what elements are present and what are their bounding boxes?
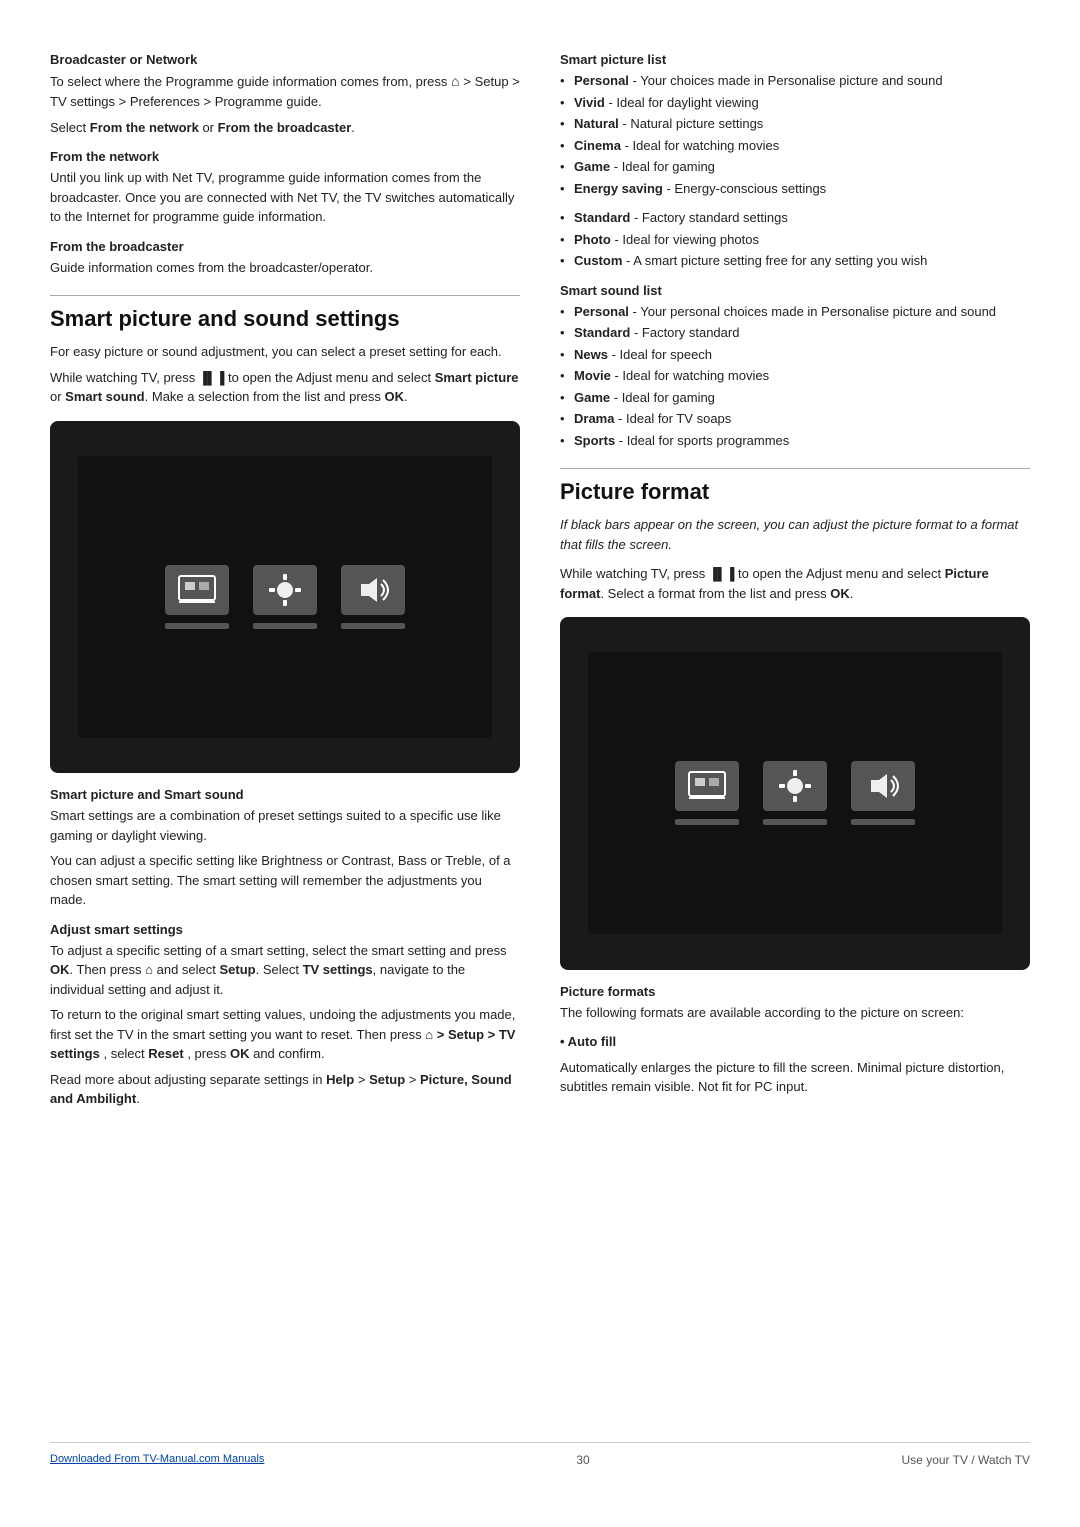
adjust-smart-para3: Read more about adjusting separate setti… (50, 1070, 520, 1109)
smart-settings-illustration (50, 421, 520, 774)
list-item: Cinema - Ideal for watching movies (560, 136, 1030, 156)
icon-bar-2 (253, 623, 317, 629)
smart-picture-list: Personal - Your choices made in Personal… (560, 71, 1030, 198)
list-item: Standard - Factory standard (560, 323, 1030, 343)
adjust-smart-heading: Adjust smart settings (50, 922, 520, 937)
picture-format-para: While watching TV, press ▐▌▐ to open the… (560, 564, 1030, 603)
adjust-smart-para1: To adjust a specific setting of a smart … (50, 941, 520, 1000)
adjust-smart-para2: To return to the original smart setting … (50, 1005, 520, 1064)
picture-formats-section: Picture formats The following formats ar… (560, 984, 1030, 1097)
smart-picture-list-2: Standard - Factory standard settings Pho… (560, 208, 1030, 271)
picture-format-title: Picture format (560, 479, 1030, 505)
list-item: Movie - Ideal for watching movies (560, 366, 1030, 386)
smart-picture-sound-section: Smart picture and sound settings For eas… (50, 306, 520, 407)
page-footer: Downloaded From TV-Manual.com Manuals 30… (50, 1442, 1030, 1467)
smart-sound-desc: Smart picture and Smart sound Smart sett… (50, 787, 520, 910)
list-item: Standard - Factory standard settings (560, 208, 1030, 228)
picture-format-italic: If black bars appear on the screen, you … (560, 515, 1030, 554)
smart-sound-list-section: Smart sound list Personal - Your persona… (560, 283, 1030, 451)
smart-sound-list-heading: Smart sound list (560, 283, 1030, 298)
brightness-icon (253, 565, 317, 615)
picture-formats-para: The following formats are available acco… (560, 1003, 1030, 1023)
home-icon: ⌂ (451, 73, 463, 89)
list-item: News - Ideal for speech (560, 345, 1030, 365)
picture-format-section: Picture format If black bars appear on t… (560, 479, 1030, 603)
icon-group-r2 (763, 761, 827, 825)
icon-bar-r2 (763, 819, 827, 825)
from-broadcaster-heading: From the broadcaster (50, 239, 520, 254)
list-item: Vivid - Ideal for daylight viewing (560, 93, 1030, 113)
from-network-heading: From the network (50, 149, 520, 164)
from-broadcaster-para: Guide information comes from the broadca… (50, 258, 520, 278)
tv-screen (78, 456, 492, 738)
tv-screen-2 (588, 652, 1002, 934)
icon-bar-3 (341, 623, 405, 629)
smart-sound-heading: Smart picture and Smart sound (50, 787, 520, 802)
picture-format-illustration (560, 617, 1030, 970)
icon-group-2 (253, 565, 317, 629)
icon-group-r1 (675, 761, 739, 825)
auto-fill-label: • Auto fill (560, 1032, 1030, 1052)
page: Broadcaster or Network To select where t… (0, 0, 1080, 1527)
broadcaster-heading: Broadcaster or Network (50, 52, 520, 67)
list-item: Game - Ideal for gaming (560, 157, 1030, 177)
list-item: Personal - Your personal choices made in… (560, 302, 1030, 322)
smart-sound-list: Personal - Your personal choices made in… (560, 302, 1030, 451)
picture-icon-r (675, 761, 739, 811)
list-item: Sports - Ideal for sports programmes (560, 431, 1030, 451)
list-item: Energy saving - Energy-conscious setting… (560, 179, 1030, 199)
two-column-layout: Broadcaster or Network To select where t… (50, 40, 1030, 1422)
from-network-para: Until you link up with Net TV, programme… (50, 168, 520, 227)
smart-sound-para1: Smart settings are a combination of pres… (50, 806, 520, 845)
broadcaster-section: Broadcaster or Network To select where t… (50, 52, 520, 137)
broadcaster-para2: Select From the network or From the broa… (50, 118, 520, 138)
list-item: Drama - Ideal for TV soaps (560, 409, 1030, 429)
smart-picture-list-heading: Smart picture list (560, 52, 1030, 67)
section-divider-1 (50, 295, 520, 296)
sound-icon (341, 565, 405, 615)
broadcaster-para1: To select where the Programme guide info… (50, 71, 520, 112)
list-item: Photo - Ideal for viewing photos (560, 230, 1030, 250)
list-item: Personal - Your choices made in Personal… (560, 71, 1030, 91)
icon-group-3 (341, 565, 405, 629)
icon-bar-r3 (851, 819, 915, 825)
page-number: 30 (576, 1453, 589, 1467)
list-item: Custom - A smart picture setting free fo… (560, 251, 1030, 271)
smart-para2: While watching TV, press ▐▌▐ to open the… (50, 368, 520, 407)
adj-icon: ▐▌▐ (199, 371, 225, 385)
footer-right-text: Use your TV / Watch TV (902, 1453, 1030, 1467)
smart-para1: For easy picture or sound adjustment, yo… (50, 342, 520, 362)
home-icon-3: ⌂ (425, 1027, 436, 1042)
picture-formats-heading: Picture formats (560, 984, 1030, 999)
from-network-section: From the network Until you link up with … (50, 149, 520, 277)
smart-section-title: Smart picture and sound settings (50, 306, 520, 332)
list-item: Natural - Natural picture settings (560, 114, 1030, 134)
smart-picture-list-section: Smart picture list Personal - Your choic… (560, 52, 1030, 271)
smart-sound-para2: You can adjust a specific setting like B… (50, 851, 520, 910)
adj-icon-2: ▐▌▐ (709, 567, 735, 581)
left-column: Broadcaster or Network To select where t… (50, 40, 520, 1422)
list-item: Game - Ideal for gaming (560, 388, 1030, 408)
auto-fill-desc: Automatically enlarges the picture to fi… (560, 1058, 1030, 1097)
section-divider-2 (560, 468, 1030, 469)
icon-group-1 (165, 565, 229, 629)
icon-bar-r1 (675, 819, 739, 825)
home-icon-2: ⌂ (145, 962, 156, 977)
sound-icon-r (851, 761, 915, 811)
icon-group-r3 (851, 761, 915, 825)
picture-icon (165, 565, 229, 615)
footer-link[interactable]: Downloaded From TV-Manual.com Manuals (50, 1453, 264, 1467)
icon-bar-1 (165, 623, 229, 629)
adjust-smart-section: Adjust smart settings To adjust a specif… (50, 922, 520, 1109)
brightness-icon-r (763, 761, 827, 811)
right-column: Smart picture list Personal - Your choic… (560, 40, 1030, 1422)
